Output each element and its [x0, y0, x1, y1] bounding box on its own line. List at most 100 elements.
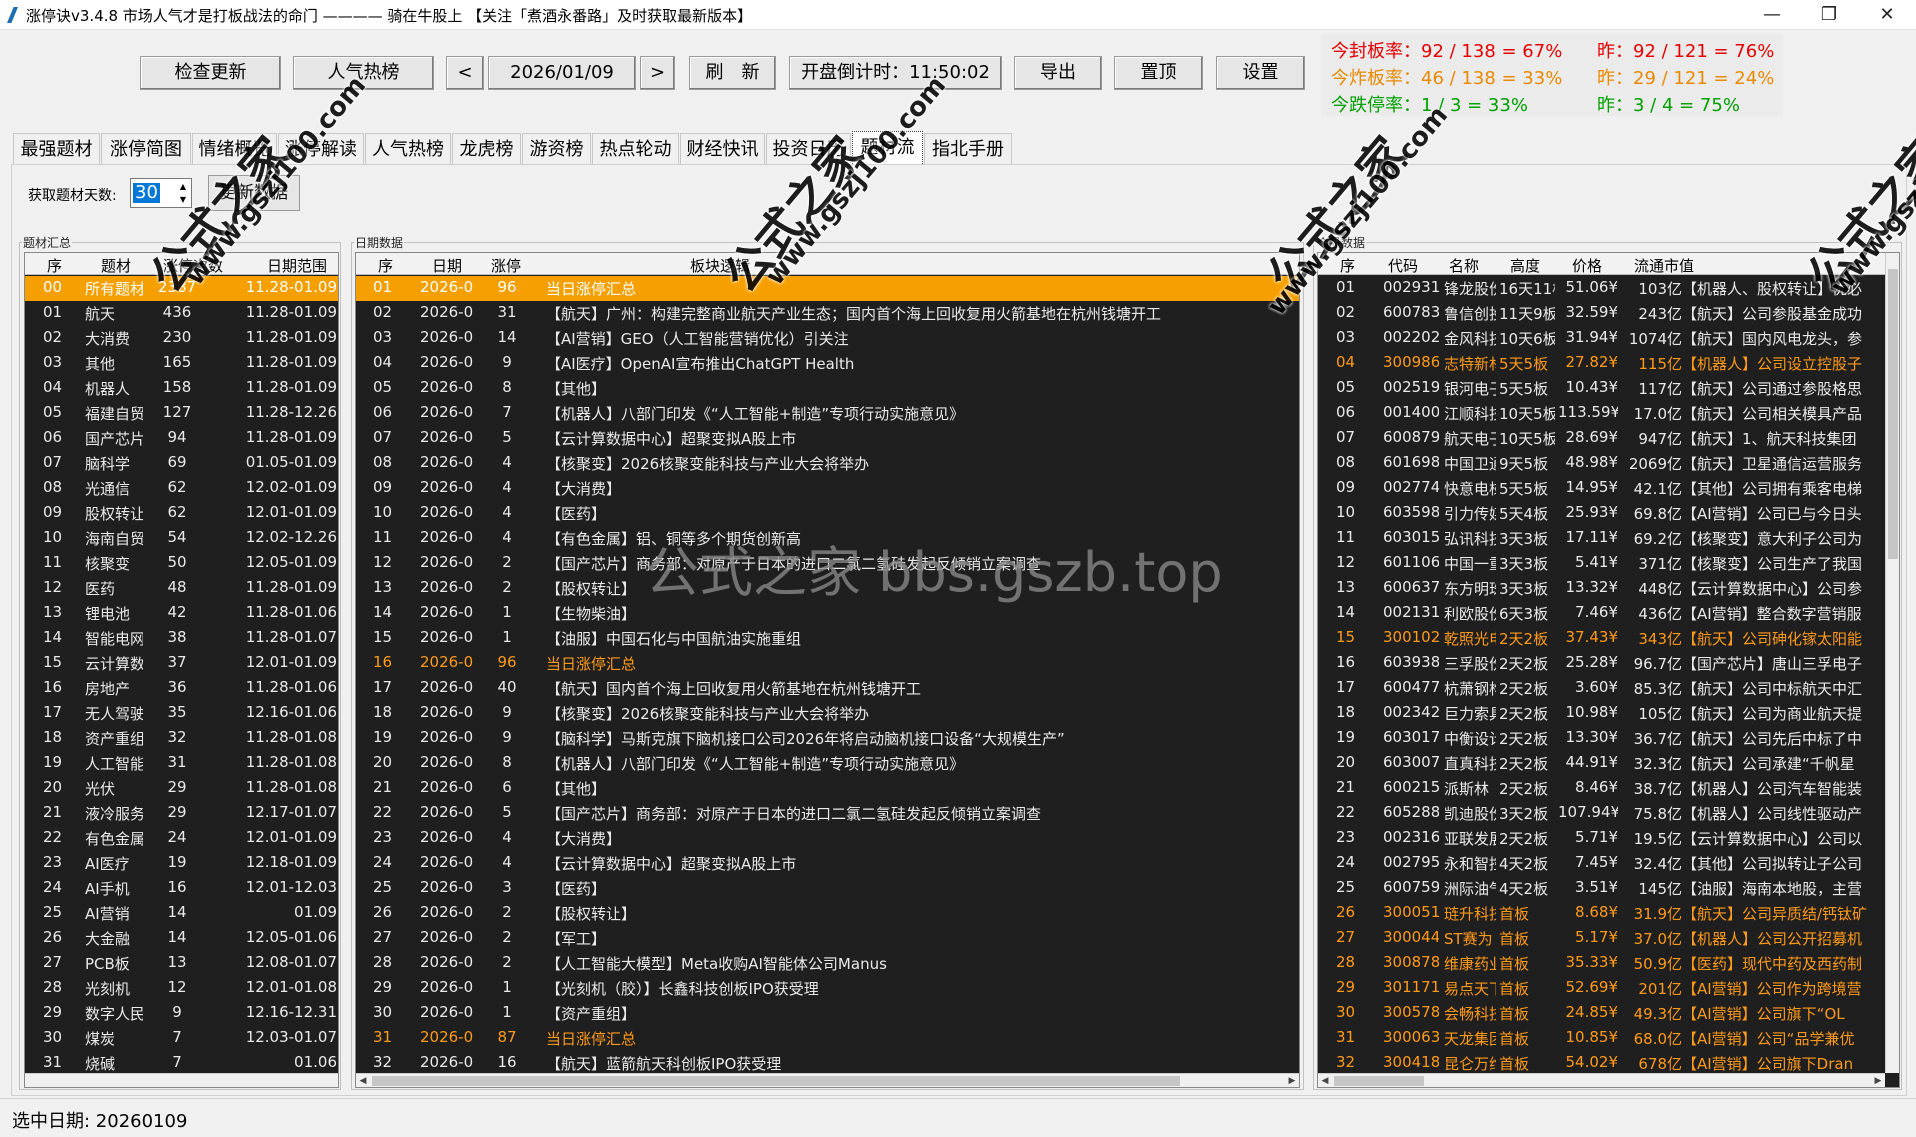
- stock-row[interactable]: 17 600477 杭萧钢构2天2板 3.60¥ 85.3亿【航天】公司中标航天中汇: [1318, 676, 1899, 701]
- tab-0[interactable]: 最强题材: [13, 133, 100, 164]
- date-row[interactable]: 31 2026-0 87 当日涨停汇总: [356, 1026, 1299, 1051]
- prev-date-button[interactable]: <: [446, 56, 484, 90]
- popular-ranking-button[interactable]: 人气热榜: [293, 56, 434, 90]
- stock-col-index[interactable]: 序: [1340, 255, 1355, 276]
- stock-row[interactable]: 08 601698 中国卫通9天5板 48.98¥ 2069亿【航天】卫星通信运营服务: [1318, 451, 1899, 476]
- theme-col-name[interactable]: 题材: [101, 255, 131, 276]
- stock-row[interactable]: 27 300044 ST赛为 首板 5.17¥ 37.0亿 【机器人】公司公开招募机: [1318, 926, 1899, 951]
- stock-row[interactable]: 23 002316 亚联发展2天2板 5.71¥ 19.5亿【云计算数据中心】公司以: [1318, 826, 1899, 851]
- date-col-count[interactable]: 涨停: [491, 255, 521, 276]
- tab-11[interactable]: 指北手册: [924, 133, 1012, 164]
- stock-col-cap[interactable]: 流通市值: [1634, 255, 1694, 276]
- stock-hscroll[interactable]: ◀ ▶: [1318, 1073, 1885, 1087]
- stock-col-name[interactable]: 名称: [1449, 255, 1479, 276]
- refresh-button[interactable]: 刷 新: [689, 56, 776, 90]
- date-row[interactable]: 02 2026-0 31 【航天】广州：构建完整商业航天产业生态；国内首个海上回收复用…: [356, 301, 1299, 326]
- date-row[interactable]: 12 2026-0 2 【国产芯片】商务部：对原产于日本的进口二氯二氢硅发起反倾销立案…: [356, 551, 1299, 576]
- stock-row[interactable]: 29 301171 易点天下首板 52.69¥ 201亿【AI营销】公司作为跨境营: [1318, 976, 1899, 1001]
- tab-4[interactable]: 人气热榜: [365, 133, 451, 164]
- date-col-date[interactable]: 日期: [432, 255, 462, 276]
- date-row[interactable]: 06 2026-0 7 【机器人】八部门印发《“人工智能+制造”专项行动实施意见》: [356, 401, 1299, 426]
- date-row[interactable]: 26 2026-0 2 【股权转让】: [356, 901, 1299, 926]
- theme-col-count[interactable]: 涨停次数: [163, 255, 223, 276]
- stock-row[interactable]: 04 300986 志特新材5天5板 27.82¥ 115亿【机器人】公司设立控股子: [1318, 351, 1899, 376]
- spin-up-icon[interactable]: ▲: [177, 180, 189, 193]
- scroll-left-icon[interactable]: ◀: [356, 1074, 370, 1087]
- theme-row[interactable]: 11 核聚变 50 12.05-01.09: [25, 551, 338, 576]
- tab-9[interactable]: 投资日历: [766, 133, 851, 164]
- spin-down-icon[interactable]: ▼: [177, 193, 189, 206]
- date-row[interactable]: 04 2026-0 9 【AI医疗】OpenAI宣布推出ChatGPT Health: [356, 351, 1299, 376]
- date-hscroll-thumb[interactable]: [372, 1076, 1180, 1086]
- stock-col-height[interactable]: 高度: [1510, 255, 1540, 276]
- theme-row[interactable]: 17 无人驾驶 35 12.16-01.06: [25, 701, 338, 726]
- date-row[interactable]: 08 2026-0 4 【核聚变】2026核聚变能科技与产业大会将举办: [356, 451, 1299, 476]
- theme-row[interactable]: 02 大消费 230 11.28-01.09: [25, 326, 338, 351]
- stock-vscroll[interactable]: [1885, 253, 1899, 1073]
- stock-row[interactable]: 14 002131 利欧股份6天3板 7.46¥ 436亿【AI营销】整合数字营销服: [1318, 601, 1899, 626]
- date-row[interactable]: 15 2026-0 1 【油服】中国石化与中国航油实施重组: [356, 626, 1299, 651]
- stock-hscroll-thumb[interactable]: [1334, 1076, 1424, 1086]
- date-display[interactable]: 2026/01/09: [488, 56, 636, 90]
- theme-row[interactable]: 27 PCB板 13 12.08-01.07: [25, 951, 338, 976]
- date-row[interactable]: 09 2026-0 4 【大消费】: [356, 476, 1299, 501]
- stock-row[interactable]: 15 300102 乾照光电2天2板 37.43¥ 343亿【航天】公司砷化镓太阳能: [1318, 626, 1899, 651]
- stock-col-price[interactable]: 价格: [1572, 255, 1602, 276]
- minimize-button[interactable]: —: [1747, 0, 1797, 30]
- stock-row[interactable]: 26 300051 琏升科技首板 8.68¥ 31.9亿【航天】公司异质结/钙钛矿: [1318, 901, 1899, 926]
- date-row[interactable]: 23 2026-0 4 【大消费】: [356, 826, 1299, 851]
- theme-row[interactable]: 07 脑科学 69 01.05-01.09: [25, 451, 338, 476]
- close-button[interactable]: ✕: [1862, 0, 1912, 30]
- stock-row[interactable]: 01 002931 锋龙股份16天11板 51.06¥ 103亿【机器人、股权转让】优必: [1318, 276, 1899, 301]
- tab-7[interactable]: 热点轮动: [592, 133, 679, 164]
- date-row[interactable]: 28 2026-0 2 【人工智能大模型】Meta收购AI智能体公司Manus: [356, 951, 1299, 976]
- date-row[interactable]: 25 2026-0 3 【医药】: [356, 876, 1299, 901]
- date-row[interactable]: 24 2026-0 4 【云计算数据中心】超聚变拟A股上市: [356, 851, 1299, 876]
- theme-row[interactable]: 30 煤炭 7 12.03-01.07: [25, 1026, 338, 1051]
- theme-row[interactable]: 21 液冷服务 29 12.17-01.07: [25, 801, 338, 826]
- theme-col-index[interactable]: 序: [47, 255, 62, 276]
- theme-col-range[interactable]: 日期范围: [267, 255, 327, 276]
- date-row[interactable]: 19 2026-0 9 【脑科学】马斯克旗下脑机接口公司2026年将启动脑机接口设备“…: [356, 726, 1299, 751]
- stock-row[interactable]: 21 600215 派斯林 2天2板 8.46¥ 38.7亿 【机器人】公司汽车智能装: [1318, 776, 1899, 801]
- date-row[interactable]: 21 2026-0 6 【其他】: [356, 776, 1299, 801]
- date-row[interactable]: 20 2026-0 8 【机器人】八部门印发《“人工智能+制造”专项行动实施意见》: [356, 751, 1299, 776]
- stock-row[interactable]: 28 300878 维康药业首板 35.33¥ 50.9亿【医药】现代中药及西药制: [1318, 951, 1899, 976]
- tab-8[interactable]: 财经快讯: [680, 133, 765, 164]
- theme-row[interactable]: 00 所有题材 2387 11.28-01.09: [25, 276, 338, 301]
- theme-row[interactable]: 14 智能电网 38 11.28-01.07: [25, 626, 338, 651]
- theme-row[interactable]: 25 AI营销 14 01.09: [25, 901, 338, 926]
- theme-row[interactable]: 29 数字人民 9 12.16-12.31: [25, 1001, 338, 1026]
- date-row[interactable]: 10 2026-0 4 【医药】: [356, 501, 1299, 526]
- export-button[interactable]: 导出: [1014, 56, 1102, 90]
- stock-row[interactable]: 09 002774 快意电梯5天5板 14.95¥ 42.1亿【其他】公司拥有乘客电梯: [1318, 476, 1899, 501]
- theme-hscroll[interactable]: [25, 1073, 338, 1087]
- stock-row[interactable]: 19 603017 中衡设计2天2板 13.30¥ 36.7亿【航天】公司先后中标了中: [1318, 726, 1899, 751]
- theme-row[interactable]: 05 福建自贸 127 11.28-12.26: [25, 401, 338, 426]
- date-row[interactable]: 16 2026-0 96 当日涨停汇总: [356, 651, 1299, 676]
- date-row[interactable]: 18 2026-0 9 【核聚变】2026核聚变能科技与产业大会将举办: [356, 701, 1299, 726]
- scroll-left-icon[interactable]: ◀: [1318, 1074, 1332, 1087]
- date-row[interactable]: 07 2026-0 5 【云计算数据中心】超聚变拟A股上市: [356, 426, 1299, 451]
- stock-row[interactable]: 25 600759 洲际油气4天2板 3.51¥ 145亿【油服】海南本地股，主营: [1318, 876, 1899, 901]
- theme-row[interactable]: 06 国产芯片 94 11.28-01.09: [25, 426, 338, 451]
- theme-row[interactable]: 19 人工智能 31 11.28-01.08: [25, 751, 338, 776]
- date-row[interactable]: 01 2026-0 96 当日涨停汇总: [356, 276, 1299, 301]
- date-row[interactable]: 29 2026-0 1 【光刻机（胶）】长鑫科技创板IPO获受理: [356, 976, 1299, 1001]
- tab-5[interactable]: 龙虎榜: [452, 133, 521, 164]
- stock-row[interactable]: 05 002519 银河电子5天5板 10.43¥ 117亿【航天】公司通过参股格思: [1318, 376, 1899, 401]
- settings-button[interactable]: 设置: [1216, 56, 1305, 90]
- theme-row[interactable]: 09 股权转让 62 12.01-01.09: [25, 501, 338, 526]
- tab-3[interactable]: 涨停解读: [278, 133, 364, 164]
- theme-row[interactable]: 04 机器人 158 11.28-01.09: [25, 376, 338, 401]
- date-row[interactable]: 27 2026-0 2 【军工】: [356, 926, 1299, 951]
- days-value[interactable]: 30: [133, 183, 160, 203]
- stock-row[interactable]: 30 300578 会畅科技首板 24.85¥ 49.3亿【AI营销】公司旗下“OL: [1318, 1001, 1899, 1026]
- tab-2[interactable]: 情绪概览: [192, 133, 277, 164]
- theme-row[interactable]: 24 AI手机 16 12.01-12.03: [25, 876, 338, 901]
- theme-row[interactable]: 18 资产重组 32 11.28-01.08: [25, 726, 338, 751]
- maximize-button[interactable]: ❐: [1804, 0, 1854, 30]
- theme-row[interactable]: 03 其他 165 11.28-01.09: [25, 351, 338, 376]
- theme-table[interactable]: 序 题材 涨停次数 日期范围 00 所有题材 2387 11.28-01.09 01 航天…: [24, 252, 339, 1088]
- stock-table[interactable]: 序 代码 名称 高度 价格 流通市值 01 002931 锋龙股份16天11板 51.…: [1317, 252, 1900, 1088]
